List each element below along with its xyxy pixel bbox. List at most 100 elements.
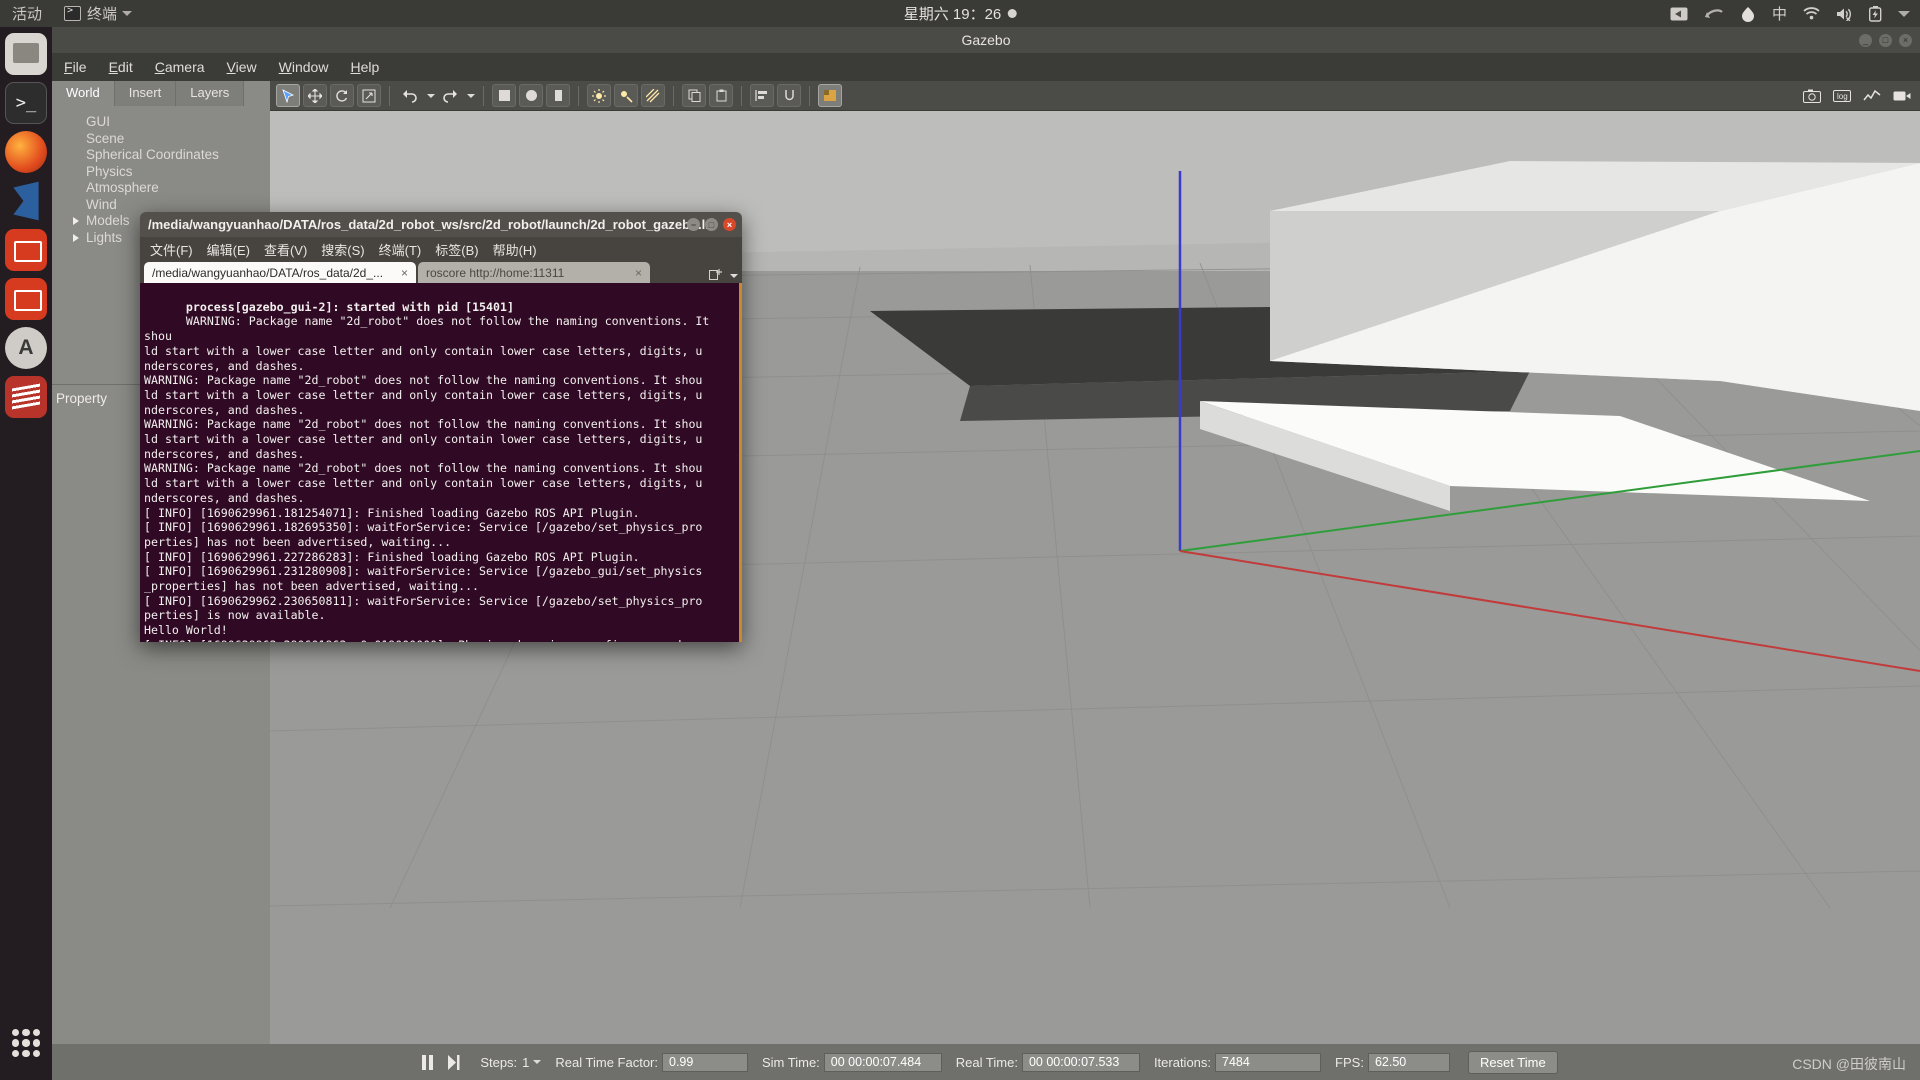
sim-time-value: 00 00:00:07.484 (823, 1052, 942, 1072)
volume-muted-icon[interactable] (1836, 7, 1853, 21)
terminal-scrollbar[interactable] (739, 283, 742, 642)
tab-layers[interactable]: Layers (176, 81, 245, 106)
spot-light-icon[interactable] (614, 84, 638, 107)
terminal-title-bar[interactable]: /media/wangyuanhao/DATA/ros_data/2d_robo… (140, 212, 742, 237)
toolbar-divider (578, 85, 579, 106)
menu-edit[interactable]: 编辑(E) (207, 240, 250, 259)
rotate-mode-icon[interactable] (330, 84, 354, 107)
dock-item-vscode[interactable] (13, 181, 39, 221)
align-icon[interactable] (750, 84, 774, 107)
app-menu-label[interactable]: 终端 (87, 3, 117, 24)
minimize-icon[interactable]: − (687, 218, 700, 231)
redo-icon[interactable] (438, 84, 462, 107)
close-icon[interactable]: × (635, 266, 642, 280)
tab-world[interactable]: World (52, 81, 115, 106)
toolbar-divider (673, 85, 674, 106)
dock-item-firefox[interactable] (5, 131, 47, 173)
tree-item-wind[interactable]: Wind (74, 197, 270, 214)
step-forward-icon[interactable] (440, 1050, 466, 1074)
scale-mode-icon[interactable] (357, 84, 381, 107)
tree-item-gui[interactable]: GUI (74, 114, 270, 131)
undo-icon[interactable] (398, 84, 422, 107)
tree-label: Wind (86, 196, 117, 212)
expand-triangle-icon[interactable] (73, 233, 79, 242)
terminal-tab-roscore[interactable]: roscore http://home:11311 × (418, 262, 650, 283)
terminal-tab-active[interactable]: /media/wangyuanhao/DATA/ros_data/2d_... … (144, 262, 416, 283)
new-tab-icon[interactable] (709, 268, 723, 283)
paste-icon[interactable] (709, 84, 733, 107)
menu-help[interactable]: Help (350, 59, 379, 75)
clock-area[interactable]: 星期六 19：26 (904, 3, 1017, 24)
tree-item-scene[interactable]: Scene (74, 131, 270, 148)
dock-item-books[interactable] (5, 376, 47, 418)
tree-item-atmosphere[interactable]: Atmosphere (74, 180, 270, 197)
terminal-window[interactable]: /media/wangyuanhao/DATA/ros_data/2d_robo… (140, 212, 742, 642)
pause-icon[interactable] (414, 1050, 440, 1074)
reset-time-button[interactable]: Reset Time (1467, 1050, 1558, 1074)
tree-item-spherical-coordinates[interactable]: Spherical Coordinates (74, 147, 270, 164)
chevron-down-icon[interactable] (1898, 10, 1910, 18)
screenshot-icon[interactable] (1670, 7, 1688, 21)
maximize-icon[interactable]: □ (705, 218, 718, 231)
dock-item-mail-1[interactable] (5, 229, 47, 271)
menu-window[interactable]: Window (279, 59, 329, 75)
select-mode-icon[interactable] (276, 84, 300, 107)
terminal-output[interactable]: process[gazebo_gui-2]: started with pid … (140, 283, 742, 642)
clock-label: 星期六 19：26 (903, 6, 1002, 23)
svg-text:log: log (1837, 92, 1848, 101)
menu-search[interactable]: 搜索(S) (321, 240, 364, 259)
menu-file[interactable]: File (64, 59, 87, 75)
video-icon[interactable] (1890, 84, 1914, 107)
steps-value[interactable]: 1 (522, 1055, 529, 1070)
wifi-icon[interactable] (1803, 7, 1820, 20)
dock-item-files[interactable] (5, 33, 47, 75)
box-icon[interactable] (492, 84, 516, 107)
log-icon[interactable]: log (1830, 84, 1854, 107)
redo-dropdown-icon[interactable] (467, 93, 475, 98)
menu-file[interactable]: 文件(F) (150, 240, 193, 259)
chevron-down-icon[interactable] (122, 11, 133, 16)
droplet-icon[interactable] (1740, 6, 1756, 22)
change-view-icon[interactable] (818, 84, 842, 107)
close-icon[interactable]: × (723, 218, 736, 231)
maximize-icon[interactable]: □ (1879, 33, 1892, 47)
plot-icon[interactable] (1860, 84, 1884, 107)
copy-icon[interactable] (682, 84, 706, 107)
menu-view[interactable]: View (227, 59, 257, 75)
undo-dropdown-icon[interactable] (427, 93, 435, 98)
dock-item-mail-2[interactable] (5, 278, 47, 320)
tab-insert[interactable]: Insert (114, 81, 177, 106)
snap-icon[interactable] (777, 84, 801, 107)
dock-item-anaconda[interactable]: A (5, 327, 47, 369)
screenshot-icon[interactable] (1800, 84, 1824, 107)
menu-tabs[interactable]: 标签(B) (435, 240, 478, 259)
show-applications-button[interactable] (5, 1022, 47, 1064)
ime-indicator[interactable]: 中 (1772, 3, 1787, 24)
property-label: Property (56, 391, 108, 406)
steps-dropdown-icon[interactable] (533, 1060, 542, 1064)
menu-help[interactable]: 帮助(H) (493, 240, 537, 259)
close-icon[interactable]: × (401, 266, 408, 280)
menu-edit[interactable]: Edit (109, 59, 133, 75)
notification-dot-icon (1007, 9, 1017, 18)
battery-charging-icon[interactable] (1869, 5, 1882, 22)
point-light-icon[interactable] (587, 84, 611, 107)
terminal-tab-bar: /media/wangyuanhao/DATA/ros_data/2d_... … (140, 261, 742, 283)
translate-mode-icon[interactable] (303, 84, 327, 107)
expand-triangle-icon[interactable] (73, 217, 79, 225)
close-icon[interactable]: × (1899, 33, 1912, 47)
directional-light-icon[interactable] (641, 84, 665, 107)
tree-label: Lights (86, 229, 123, 245)
sphere-icon[interactable] (519, 84, 543, 107)
terminal-first-line: process[gazebo_gui-2]: started with pid … (185, 299, 514, 314)
tree-item-physics[interactable]: Physics (74, 164, 270, 181)
cylinder-icon[interactable] (546, 84, 570, 107)
activities-button[interactable]: 活动 (12, 3, 42, 24)
minimize-icon[interactable]: _ (1859, 33, 1872, 47)
menu-view[interactable]: 查看(V) (264, 240, 307, 259)
menu-camera[interactable]: Camera (155, 59, 205, 75)
chevron-down-icon[interactable] (730, 273, 738, 278)
swap-icon[interactable] (1704, 7, 1724, 21)
menu-terminal[interactable]: 终端(T) (379, 240, 422, 259)
dock-item-terminal[interactable]: >_ (5, 82, 47, 124)
